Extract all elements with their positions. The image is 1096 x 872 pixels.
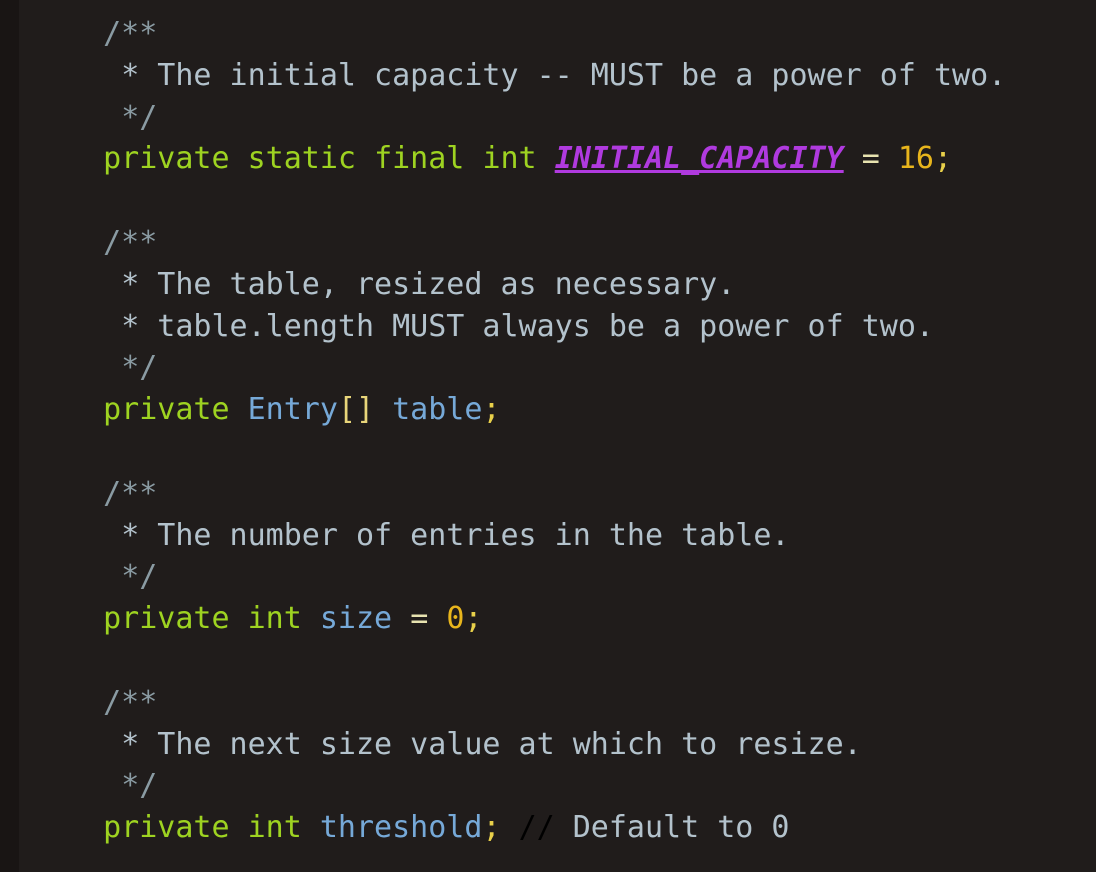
code-token: int (247, 601, 302, 637)
code-line: * The number of entries in the table. (67, 515, 1096, 557)
code-token: /** (103, 475, 158, 511)
code-line: */ (67, 97, 1096, 139)
code-token: ; (933, 141, 953, 177)
code-line: */ (67, 347, 1096, 389)
code-token: * table.length MUST always be a power of… (121, 308, 934, 344)
code-token: final (374, 141, 465, 177)
code-line: */ (67, 556, 1096, 598)
code-line: private static final int INITIAL_CAPACIT… (67, 138, 1096, 180)
code-line: * The next size value at which to resize… (67, 724, 1096, 766)
code-token: private (103, 141, 230, 177)
code-token: * The number of entries in the table. (121, 517, 790, 553)
code-token: ; (482, 810, 501, 846)
code-token: int (482, 141, 537, 177)
code-token: * The table, resized as necessary. (121, 266, 736, 302)
code-token: private (103, 810, 230, 846)
code-line: private int threshold; // Default to 0 (67, 807, 1096, 849)
code-line: * table.length MUST always be a power of… (67, 306, 1096, 348)
code-token: int (247, 810, 302, 846)
code-token: threshold (319, 810, 483, 846)
code-token: Default to 0 (554, 810, 790, 846)
code-token: */ (121, 768, 158, 804)
code-token: private (103, 392, 230, 428)
code-line: /** (67, 473, 1096, 515)
code-token: = (410, 601, 429, 637)
code-line: * The table, resized as necessary. (67, 264, 1096, 306)
code-token: INITIAL_CAPACITY (554, 141, 844, 177)
code-token: private (103, 601, 230, 637)
code-token: 0 (446, 601, 465, 637)
code-token: = (861, 141, 880, 177)
code-line: private int size = 0; (67, 598, 1096, 640)
code-token: 16 (897, 141, 934, 177)
code-token: static (247, 141, 356, 177)
code-token: /** (103, 684, 158, 720)
code-line: /** (67, 222, 1096, 264)
code-token: */ (121, 99, 158, 135)
code-token: /** (103, 16, 158, 51)
editor-gutter (0, 0, 19, 872)
code-token: */ (121, 350, 158, 386)
code-line: */ (67, 765, 1096, 807)
code-token: size (319, 601, 393, 637)
code-line: private Entry[] table; (67, 389, 1096, 431)
code-editor[interactable]: /** * The initial capacity -- MUST be a … (0, 0, 1096, 872)
code-line: * The initial capacity -- MUST be a powe… (67, 55, 1096, 97)
code-token: * The next size value at which to resize… (121, 726, 862, 762)
code-content[interactable]: /** * The initial capacity -- MUST be a … (19, 0, 1096, 872)
code-token: table (392, 392, 483, 428)
code-line: /** (67, 682, 1096, 724)
code-token: // (518, 810, 555, 846)
code-token: [] (337, 392, 375, 428)
code-token: Entry (247, 392, 338, 428)
code-token: * The initial capacity -- MUST be a powe… (121, 57, 1007, 93)
code-token: /** (103, 224, 158, 260)
code-token: ; (482, 392, 501, 428)
code-line: /** (67, 13, 1096, 55)
code-token: ; (464, 601, 483, 637)
code-token: */ (121, 559, 158, 595)
